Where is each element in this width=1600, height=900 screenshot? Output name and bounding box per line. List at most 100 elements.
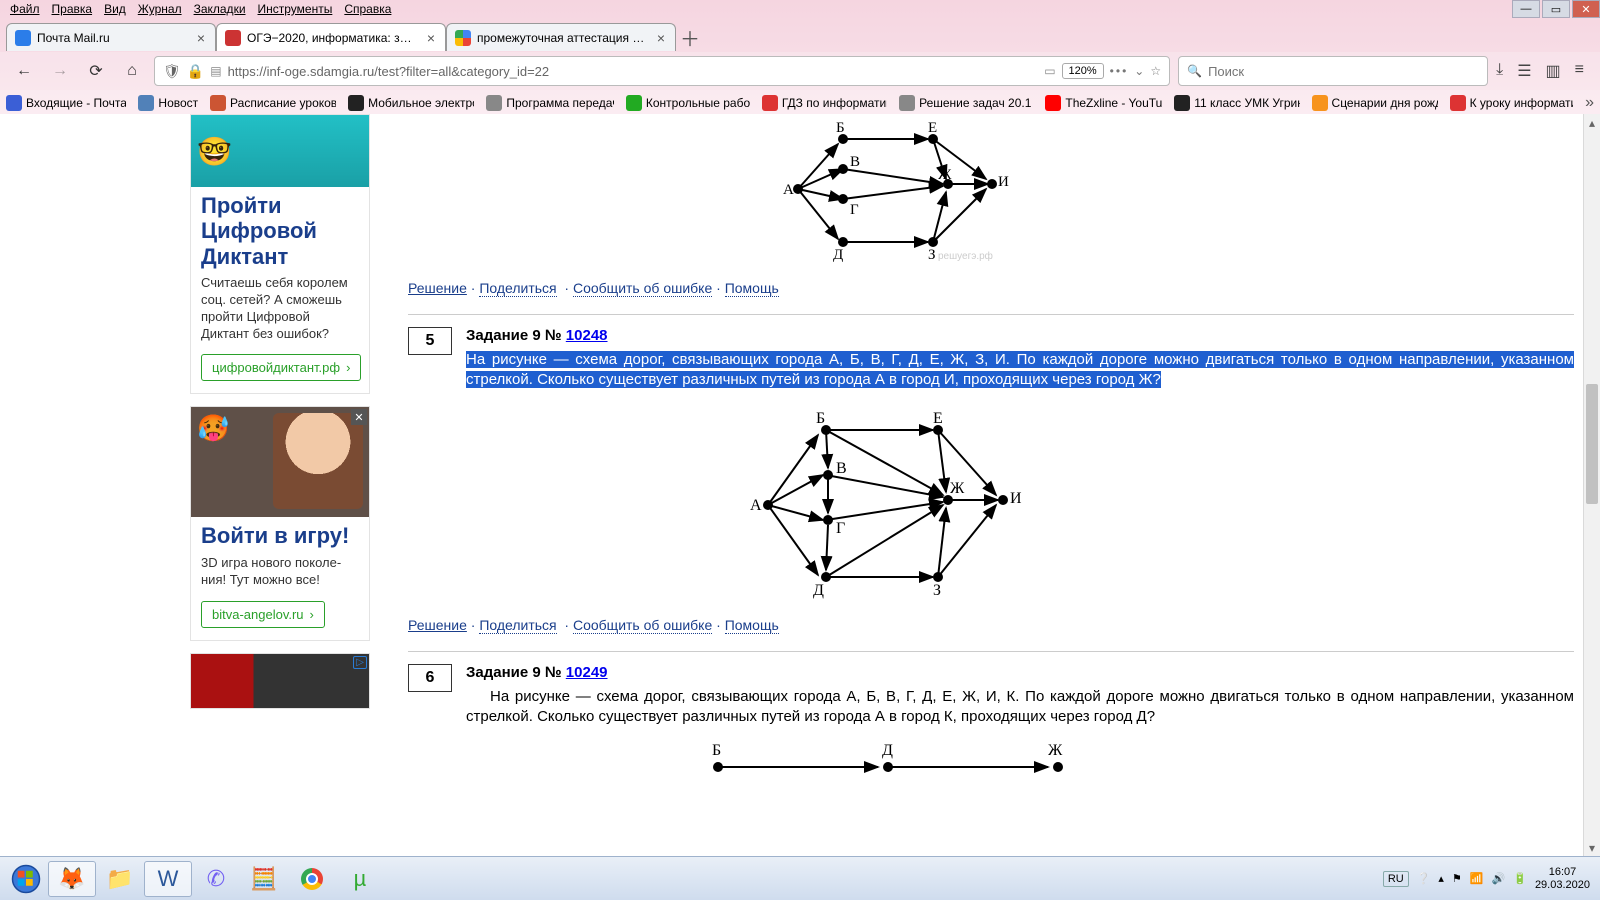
task-6-body: На рисунке — схема дорог, связывающих го…	[466, 687, 1574, 728]
task-id-link[interactable]: 10249	[566, 664, 608, 681]
tray-flag-icon[interactable]: ⚑	[1452, 872, 1462, 885]
ad-choices-icon[interactable]: ▷	[353, 656, 367, 669]
taskbar-utorrent[interactable]: µ	[336, 861, 384, 897]
help-link[interactable]: Помощь	[725, 617, 779, 634]
sidebar-icon[interactable]: ▥	[1546, 61, 1561, 81]
help-link[interactable]: Помощь	[725, 280, 779, 297]
tray-battery-icon[interactable]: 🔋	[1513, 872, 1527, 885]
ad-close-button[interactable]: ✕	[351, 409, 367, 425]
taskbar-viber[interactable]: ✆	[192, 861, 240, 897]
task-id-link[interactable]: 10248	[566, 327, 608, 344]
menu-bookmarks[interactable]: Закладки	[194, 2, 246, 16]
bookmark-icon	[899, 95, 915, 111]
window-minimize-button[interactable]: —	[1512, 0, 1540, 18]
menu-file[interactable]: Файл	[10, 2, 40, 16]
bookmark-11[interactable]: К уроку информати...	[1450, 95, 1574, 111]
reader-mode-icon[interactable]: ▭	[1044, 64, 1055, 78]
taskbar-chrome[interactable]	[288, 861, 336, 897]
window-maximize-button[interactable]: ▭	[1542, 0, 1570, 18]
save-pocket-icon[interactable]: ⌄	[1134, 64, 1144, 78]
tab-0-close[interactable]: ×	[193, 30, 209, 46]
address-bar[interactable]: 🛡 🔒 ▤ https://inf-oge.sdamgia.ru/test?fi…	[154, 56, 1170, 86]
menu-tools[interactable]: Инструменты	[258, 2, 333, 16]
downloads-icon[interactable]: ⤓	[1496, 61, 1503, 81]
bookmark-4[interactable]: Программа передач...	[486, 95, 614, 111]
scroll-up-button[interactable]: ▴	[1584, 114, 1600, 131]
menu-view[interactable]: Вид	[104, 2, 126, 16]
page-actions-icon[interactable]: •••	[1110, 64, 1129, 78]
report-link[interactable]: Сообщить об ошибке	[573, 617, 712, 634]
share-link[interactable]: Поделиться	[479, 617, 556, 634]
tab-1[interactable]: ОГЭ−2020, информатика: задания, ×	[216, 23, 446, 51]
reload-button[interactable]: ⟳	[82, 57, 110, 85]
solution-link[interactable]: Решение	[408, 280, 467, 296]
bookmark-6[interactable]: ГДЗ по информатик...	[762, 95, 887, 111]
search-box[interactable]: 🔍	[1178, 56, 1488, 86]
forward-button[interactable]: →	[46, 57, 74, 85]
bookmark-1[interactable]: Новости	[138, 95, 198, 111]
tab-2[interactable]: промежуточная аттестация 9 клас ×	[446, 23, 676, 51]
ad-image: 🥵 ✕	[191, 407, 369, 517]
bookmarks-overflow-icon[interactable]: »	[1585, 94, 1594, 112]
bookmark-star-icon[interactable]: ☆	[1150, 64, 1161, 78]
ad-bottom[interactable]: ▷	[190, 653, 370, 709]
library-icon[interactable]: ☰	[1517, 61, 1531, 81]
bookmark-10[interactable]: Сценарии дня рожд...	[1312, 95, 1438, 111]
appmenu-icon[interactable]: ≡	[1575, 61, 1584, 81]
tray-overflow-icon[interactable]: ▴	[1438, 872, 1444, 885]
bookmark-5[interactable]: Контрольные работ...	[626, 95, 750, 111]
tracking-shield-icon[interactable]: 🛡	[163, 63, 181, 80]
language-indicator[interactable]: RU	[1383, 871, 1409, 887]
ad-text: 3D игра нового поколе­ния! Тут можно все…	[191, 551, 369, 593]
window-close-button[interactable]: ✕	[1572, 0, 1600, 18]
menu-help[interactable]: Справка	[344, 2, 391, 16]
scroll-thumb[interactable]	[1586, 384, 1598, 504]
lock-icon[interactable]: 🔒	[187, 63, 204, 80]
share-link[interactable]: Поделиться	[479, 280, 556, 297]
menu-edit[interactable]: Правка	[52, 2, 93, 16]
svg-text:В: В	[836, 460, 847, 477]
svg-text:Д: Д	[882, 742, 893, 759]
back-button[interactable]: ←	[10, 57, 38, 85]
tray-help-icon[interactable]: ❔	[1417, 872, 1431, 885]
bookmark-9[interactable]: 11 класс УМК Угрин...	[1174, 95, 1299, 111]
svg-text:Ж: Ж	[950, 480, 965, 497]
vertical-scrollbar[interactable]: ▴ ▾	[1583, 114, 1600, 856]
bookmark-0[interactable]: Входящие - Почта ...	[6, 95, 126, 111]
report-link[interactable]: Сообщить об ошибке	[573, 280, 712, 297]
bookmark-2[interactable]: Расписание уроков ...	[210, 95, 336, 111]
scroll-down-button[interactable]: ▾	[1584, 839, 1600, 856]
ad-game[interactable]: 🥵 ✕ Войти в иг­ру! 3D игра нового поколе…	[190, 406, 370, 640]
tray-network-icon[interactable]: 📶	[1470, 872, 1484, 885]
start-button[interactable]	[4, 861, 48, 897]
tab-0[interactable]: Почта Mail.ru ×	[6, 23, 216, 51]
taskbar-explorer[interactable]: 📁	[96, 861, 144, 897]
bookmark-8[interactable]: TheZxline - YouTube	[1045, 95, 1162, 111]
task-5-title: Задание 9 № 10248	[466, 327, 1574, 344]
taskbar-firefox[interactable]: 🦊	[48, 861, 96, 897]
new-tab-button[interactable]: ＋	[676, 23, 704, 51]
bookmark-icon	[138, 95, 154, 111]
tray-volume-icon[interactable]: 🔊	[1492, 872, 1506, 885]
taskbar-word[interactable]: W	[144, 861, 192, 897]
clock[interactable]: 16:07 29.03.2020	[1535, 866, 1590, 890]
bookmark-3[interactable]: Мобильное электро...	[348, 95, 474, 111]
nerd-emoji-icon: 🤓	[197, 135, 232, 168]
permissions-icon[interactable]: ▤	[210, 64, 221, 78]
ad-digital-dictation[interactable]: 🤓 Пройти Цифровой Диктант Считаешь себя …	[190, 114, 370, 394]
svg-text:Б: Б	[836, 120, 845, 136]
menu-history[interactable]: Журнал	[138, 2, 182, 16]
taskbar-calculator[interactable]: 🧮	[240, 861, 288, 897]
bookmark-7[interactable]: Решение задач 20.1 (...	[899, 95, 1033, 111]
ad-link[interactable]: bitva-angelov.ru	[201, 601, 325, 628]
zoom-indicator[interactable]: 120%	[1062, 63, 1104, 79]
tab-2-close[interactable]: ×	[653, 30, 669, 46]
home-button[interactable]: ⌂	[118, 57, 146, 85]
solution-link[interactable]: Решение	[408, 617, 467, 633]
graph-diagram-top: А Б В Г Д Е Ж З И решуегэ.рф	[778, 114, 1038, 264]
sdamgia-favicon-icon	[225, 30, 241, 46]
svg-text:З: З	[933, 582, 941, 599]
ad-link[interactable]: цифровойдиктант.рф	[201, 354, 361, 381]
tab-1-close[interactable]: ×	[423, 30, 439, 46]
search-input[interactable]	[1208, 64, 1479, 79]
